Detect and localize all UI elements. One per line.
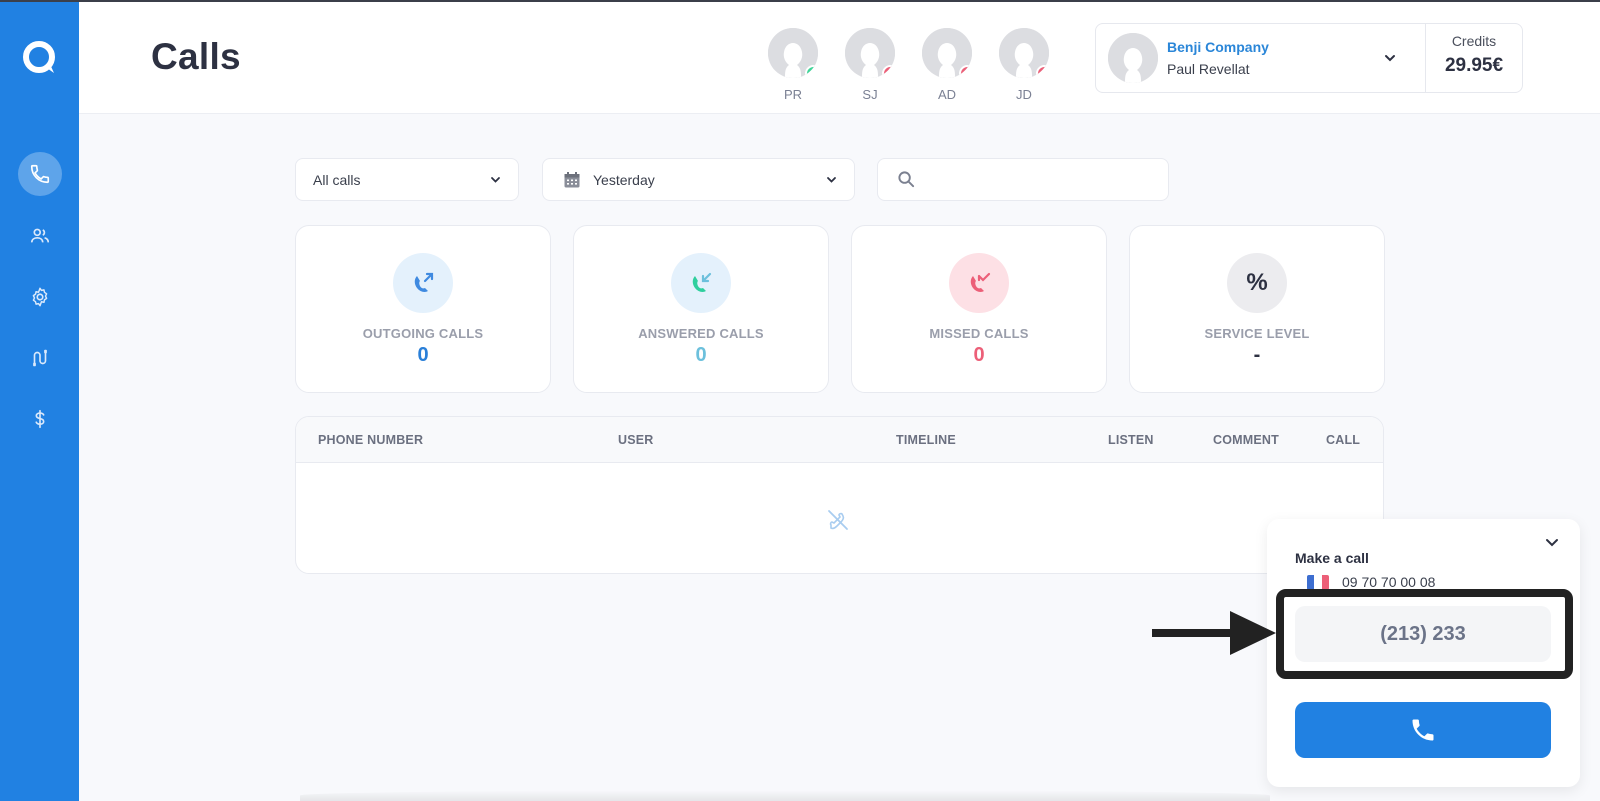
- stat-label: ANSWERED CALLS: [638, 326, 764, 341]
- credits-value: 29.95€: [1444, 55, 1504, 76]
- page-title: Calls: [151, 36, 241, 77]
- chevron-down-icon: [491, 177, 500, 183]
- phone-icon: [1412, 719, 1434, 741]
- plug-icon: [33, 349, 47, 367]
- search-box: [877, 158, 1169, 201]
- top-header: Calls PR SJ AD JD Benji Company Paul Rev…: [79, 2, 1600, 114]
- search-input[interactable]: [924, 160, 1158, 199]
- account-avatar: [1108, 33, 1158, 83]
- agent-sj[interactable]: SJ: [842, 28, 898, 102]
- france-flag-icon: [1307, 574, 1329, 590]
- outgoing-call-icon: [393, 253, 453, 313]
- status-dot: [882, 65, 895, 78]
- chevron-down-icon[interactable]: [1383, 51, 1397, 65]
- stat-value: -: [1253, 344, 1261, 366]
- annotation-arrow-icon: [1152, 611, 1276, 655]
- stat-value: 0: [695, 344, 707, 366]
- gear-icon: [32, 287, 48, 307]
- table-header: PHONE NUMBER USER TIMELINE LISTEN COMMEN…: [296, 417, 1383, 463]
- company-name: Benji Company: [1167, 39, 1269, 55]
- avatar: [768, 28, 818, 78]
- agent-jd[interactable]: JD: [996, 28, 1052, 102]
- incoming-call-icon: [671, 253, 731, 313]
- credits-panel: Credits 29.95€: [1426, 24, 1522, 92]
- call-type-value: All calls: [313, 171, 361, 188]
- stat-value: 0: [973, 344, 985, 366]
- agent-ad[interactable]: AD: [919, 28, 975, 102]
- calls-table: PHONE NUMBER USER TIMELINE LISTEN COMMEN…: [295, 416, 1384, 574]
- caller-id-selector[interactable]: 09 70 70 00 08: [1307, 574, 1435, 590]
- sidebar: [0, 0, 79, 801]
- sidebar-item-calls[interactable]: [18, 152, 62, 196]
- q-logo-icon[interactable]: [22, 40, 58, 76]
- dialer-title: Make a call: [1295, 550, 1369, 566]
- stat-card-outgoing: OUTGOING CALLS 0: [295, 225, 551, 393]
- call-type-select[interactable]: All calls: [295, 158, 519, 201]
- agent-initials: SJ: [862, 87, 878, 102]
- column-call[interactable]: CALL: [1326, 433, 1360, 447]
- dialer-panel: Make a call 09 70 70 00 08: [1267, 519, 1580, 787]
- percent-icon: %: [1227, 253, 1287, 313]
- stat-value: 0: [417, 344, 429, 366]
- agent-pr[interactable]: PR: [765, 28, 821, 102]
- column-listen[interactable]: LISTEN: [1108, 433, 1154, 447]
- stat-card-missed: MISSED CALLS 0: [851, 225, 1107, 393]
- chevron-down-icon: [827, 177, 836, 183]
- date-range-value: Yesterday: [593, 171, 655, 188]
- caller-id-number: 09 70 70 00 08: [1342, 574, 1436, 590]
- phone-icon: [30, 164, 50, 184]
- sidebar-item-billing[interactable]: [18, 397, 62, 441]
- column-phone-number[interactable]: PHONE NUMBER: [318, 433, 423, 447]
- sidebar-item-users[interactable]: [18, 214, 62, 258]
- date-range-select[interactable]: Yesterday: [542, 158, 855, 201]
- status-dot: [805, 65, 818, 78]
- agent-initials: AD: [937, 87, 957, 102]
- dollar-icon: [35, 409, 45, 429]
- phone-number-input[interactable]: [1295, 606, 1551, 662]
- chevron-down-icon[interactable]: [1544, 534, 1560, 550]
- avatar: [999, 28, 1049, 78]
- stat-card-service-level: % SERVICE LEVEL -: [1129, 225, 1385, 393]
- call-button[interactable]: [1295, 702, 1551, 758]
- users-icon: [30, 228, 50, 243]
- stat-label: SERVICE LEVEL: [1204, 326, 1310, 341]
- status-dot: [1036, 65, 1049, 78]
- status-dot: [959, 65, 972, 78]
- sidebar-item-settings[interactable]: [18, 275, 62, 319]
- avatar: [922, 28, 972, 78]
- account-card: Benji Company Paul Revellat Credits 29.9…: [1095, 23, 1523, 93]
- avatar: [845, 28, 895, 78]
- search-icon: [898, 171, 915, 188]
- stat-label: OUTGOING CALLS: [362, 326, 484, 341]
- window-top-border: [0, 0, 1600, 2]
- column-user[interactable]: USER: [618, 433, 654, 447]
- stat-card-answered: ANSWERED CALLS 0: [573, 225, 829, 393]
- agent-initials: PR: [783, 87, 803, 102]
- account-switcher[interactable]: Benji Company Paul Revellat: [1096, 24, 1426, 92]
- calendar-icon: [564, 171, 580, 187]
- column-comment[interactable]: COMMENT: [1213, 433, 1279, 447]
- user-name: Paul Revellat: [1167, 61, 1250, 77]
- stat-label: MISSED CALLS: [929, 326, 1029, 341]
- missed-call-icon: [949, 253, 1009, 313]
- column-timeline[interactable]: TIMELINE: [896, 433, 956, 447]
- credits-label: Credits: [1451, 33, 1497, 49]
- no-calls-icon: [828, 510, 848, 530]
- agent-initials: JD: [1016, 87, 1032, 102]
- bottom-shadow: [300, 790, 1270, 801]
- sidebar-item-integrations[interactable]: [18, 336, 62, 380]
